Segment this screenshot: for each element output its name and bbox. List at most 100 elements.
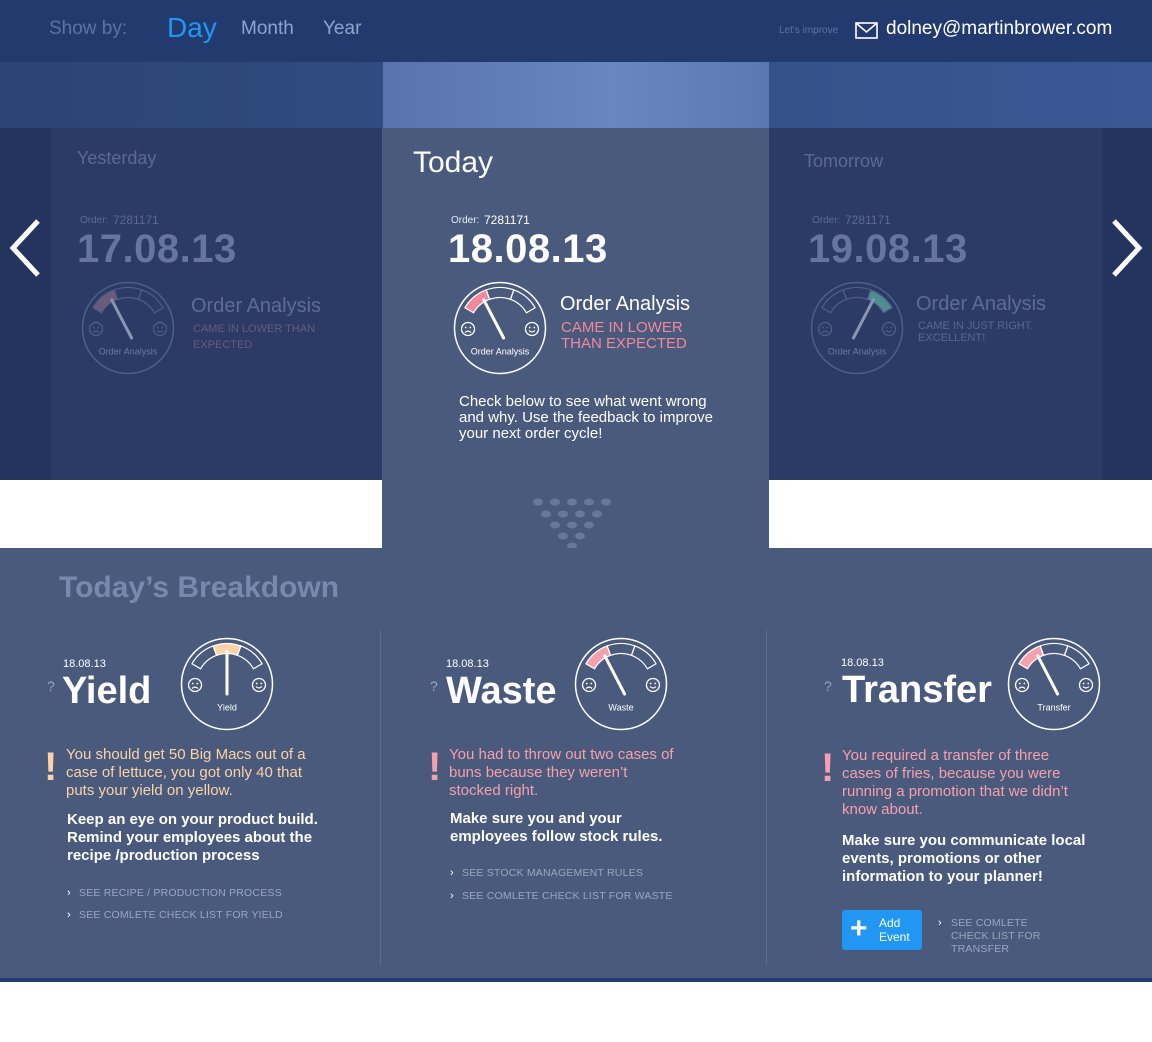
previous-arrow-icon[interactable]	[8, 218, 42, 283]
tomorrow-label: Tomorrow	[804, 151, 884, 171]
column-divider	[766, 630, 767, 965]
sad-face-icon	[581, 677, 597, 693]
today-order-gauge: Order Analysis	[453, 281, 547, 380]
gauge-needle	[851, 298, 875, 340]
plus-icon: +	[850, 912, 868, 945]
tomorrow-order-number: 7281171	[845, 213, 891, 227]
gauge-needle	[482, 298, 506, 340]
period-day-tab[interactable]: Day	[167, 12, 217, 44]
yesterday-analysis-result: CAME IN LOWER THAN EXPECTED	[193, 323, 316, 351]
gauge-segment	[1063, 645, 1090, 670]
show-by-label: Show by:	[49, 18, 128, 39]
next-arrow-icon[interactable]	[1110, 218, 1144, 283]
happy-face-icon	[881, 321, 897, 337]
gauge-needle	[1036, 654, 1060, 696]
gauge-segment	[630, 645, 657, 670]
chevron-right-icon: ›	[450, 890, 454, 902]
scroll-down-dots-icon[interactable]	[530, 495, 616, 556]
yield-alert-icon: !	[44, 745, 58, 789]
tomorrow-order-gauge: Order Analysis	[810, 281, 904, 380]
happy-face-icon	[524, 321, 540, 337]
today-analysis-result: CAME IN LOWER THAN EXPECTED	[561, 319, 687, 352]
transfer-advice: Make sure you communicate local events, …	[842, 832, 1086, 885]
breakdown-title: Today’s Breakdown	[59, 571, 340, 604]
today-date: 18.08.13	[448, 227, 608, 271]
happy-face-icon	[645, 677, 661, 693]
breakdown-bottom-border	[0, 978, 1152, 982]
happy-face-icon	[1078, 677, 1094, 693]
period-month-tab[interactable]: Month	[241, 18, 294, 40]
transfer-gauge: Transfer	[1007, 637, 1101, 736]
header-texture-highlight	[383, 62, 769, 129]
transfer-message: You required a transfer of three cases o…	[842, 747, 1068, 818]
sad-face-icon	[1014, 677, 1030, 693]
gauge-segment	[606, 642, 636, 657]
gauge-label: Order Analysis	[471, 346, 530, 356]
sad-face-icon	[88, 321, 104, 337]
waste-title: Waste	[446, 670, 557, 712]
email-link[interactable]: dolney@martinbrower.com	[886, 18, 1112, 40]
yield-link-recipe[interactable]: › SEE RECIPE / PRODUCTION PROCESS	[67, 887, 282, 899]
yield-link-checklist[interactable]: › SEE COMLETE CHECK LIST FOR YIELD	[67, 909, 283, 921]
gauge-needle	[603, 654, 627, 696]
add-event-button[interactable]: + Add Event	[842, 910, 922, 950]
gauge-segment	[191, 645, 218, 670]
today-order-number: 7281171	[484, 213, 530, 227]
gauge-segment	[236, 645, 263, 670]
transfer-alert-icon: !	[821, 746, 835, 790]
transfer-title: Transfer	[842, 669, 992, 711]
waste-link-checklist[interactable]: › SEE COMLETE CHECK LIST FOR WASTE	[450, 890, 673, 902]
add-event-label: Add Event	[879, 916, 910, 944]
waste-gauge: Waste	[574, 637, 668, 736]
gauge-label: Order Analysis	[99, 346, 158, 356]
gauge-needle	[110, 298, 134, 340]
waste-message: You had to throw out two cases of buns b…	[449, 746, 674, 799]
today-feedback-message: Check below to see what went wrong and w…	[459, 393, 714, 442]
today-label: Today	[413, 146, 494, 179]
happy-face-icon	[251, 677, 267, 693]
waste-advice: Make sure you and your employees follow …	[450, 810, 663, 845]
yesterday-date: 17.08.13	[77, 227, 237, 271]
transfer-date: 18.08.13	[841, 657, 884, 669]
chevron-right-icon: ›	[450, 867, 454, 879]
yield-help-icon[interactable]: ?	[47, 678, 55, 694]
yesterday-order-gauge: Order Analysis	[81, 281, 175, 380]
happy-face-icon	[152, 321, 168, 337]
yesterday-order-label: Order:	[80, 215, 109, 226]
yesterday-label: Yesterday	[77, 148, 157, 168]
period-year-tab[interactable]: Year	[323, 18, 361, 40]
yield-date: 18.08.13	[63, 658, 106, 670]
chevron-right-icon: ›	[67, 909, 71, 921]
waste-help-icon[interactable]: ?	[430, 678, 438, 694]
waste-date: 18.08.13	[446, 658, 489, 670]
mail-icon[interactable]	[855, 22, 878, 44]
tomorrow-date: 19.08.13	[808, 227, 968, 271]
waste-link-stock-rules[interactable]: › SEE STOCK MANAGEMENT RULES	[450, 867, 643, 879]
yield-title: Yield	[62, 670, 152, 712]
yield-gauge: Yield	[180, 637, 274, 736]
gauge-label: Waste	[608, 702, 633, 712]
tomorrow-order-label: Order:	[812, 215, 841, 226]
gauge-segment	[842, 286, 872, 301]
yesterday-analysis-title: Order Analysis	[191, 295, 322, 317]
chevron-right-icon: ›	[67, 887, 71, 899]
gauge-segment	[821, 289, 848, 314]
gauge-segment	[137, 289, 164, 314]
transfer-help-icon[interactable]: ?	[824, 678, 832, 694]
today-order-label: Order:	[451, 215, 480, 226]
chevron-right-icon: ›	[938, 917, 942, 929]
gauge-label: Yield	[217, 702, 237, 712]
column-divider	[380, 630, 381, 965]
yesterday-order-number: 7281171	[113, 213, 159, 227]
sad-face-icon	[460, 321, 476, 337]
improve-label: Let's improve	[779, 25, 839, 36]
gauge-segment	[485, 286, 515, 301]
gauge-segment	[1039, 642, 1069, 657]
gauge-segment	[113, 286, 143, 301]
gauge-label: Order Analysis	[828, 346, 887, 356]
yield-message: You should get 50 Big Macs out of a case…	[66, 746, 306, 799]
waste-alert-icon: !	[428, 745, 442, 789]
today-analysis-title: Order Analysis	[560, 293, 691, 315]
yield-advice: Keep an eye on your product build. Remin…	[67, 811, 318, 864]
transfer-link-checklist[interactable]: › SEE COMLETE CHECK LIST FOR TRANSFER	[938, 917, 1068, 956]
